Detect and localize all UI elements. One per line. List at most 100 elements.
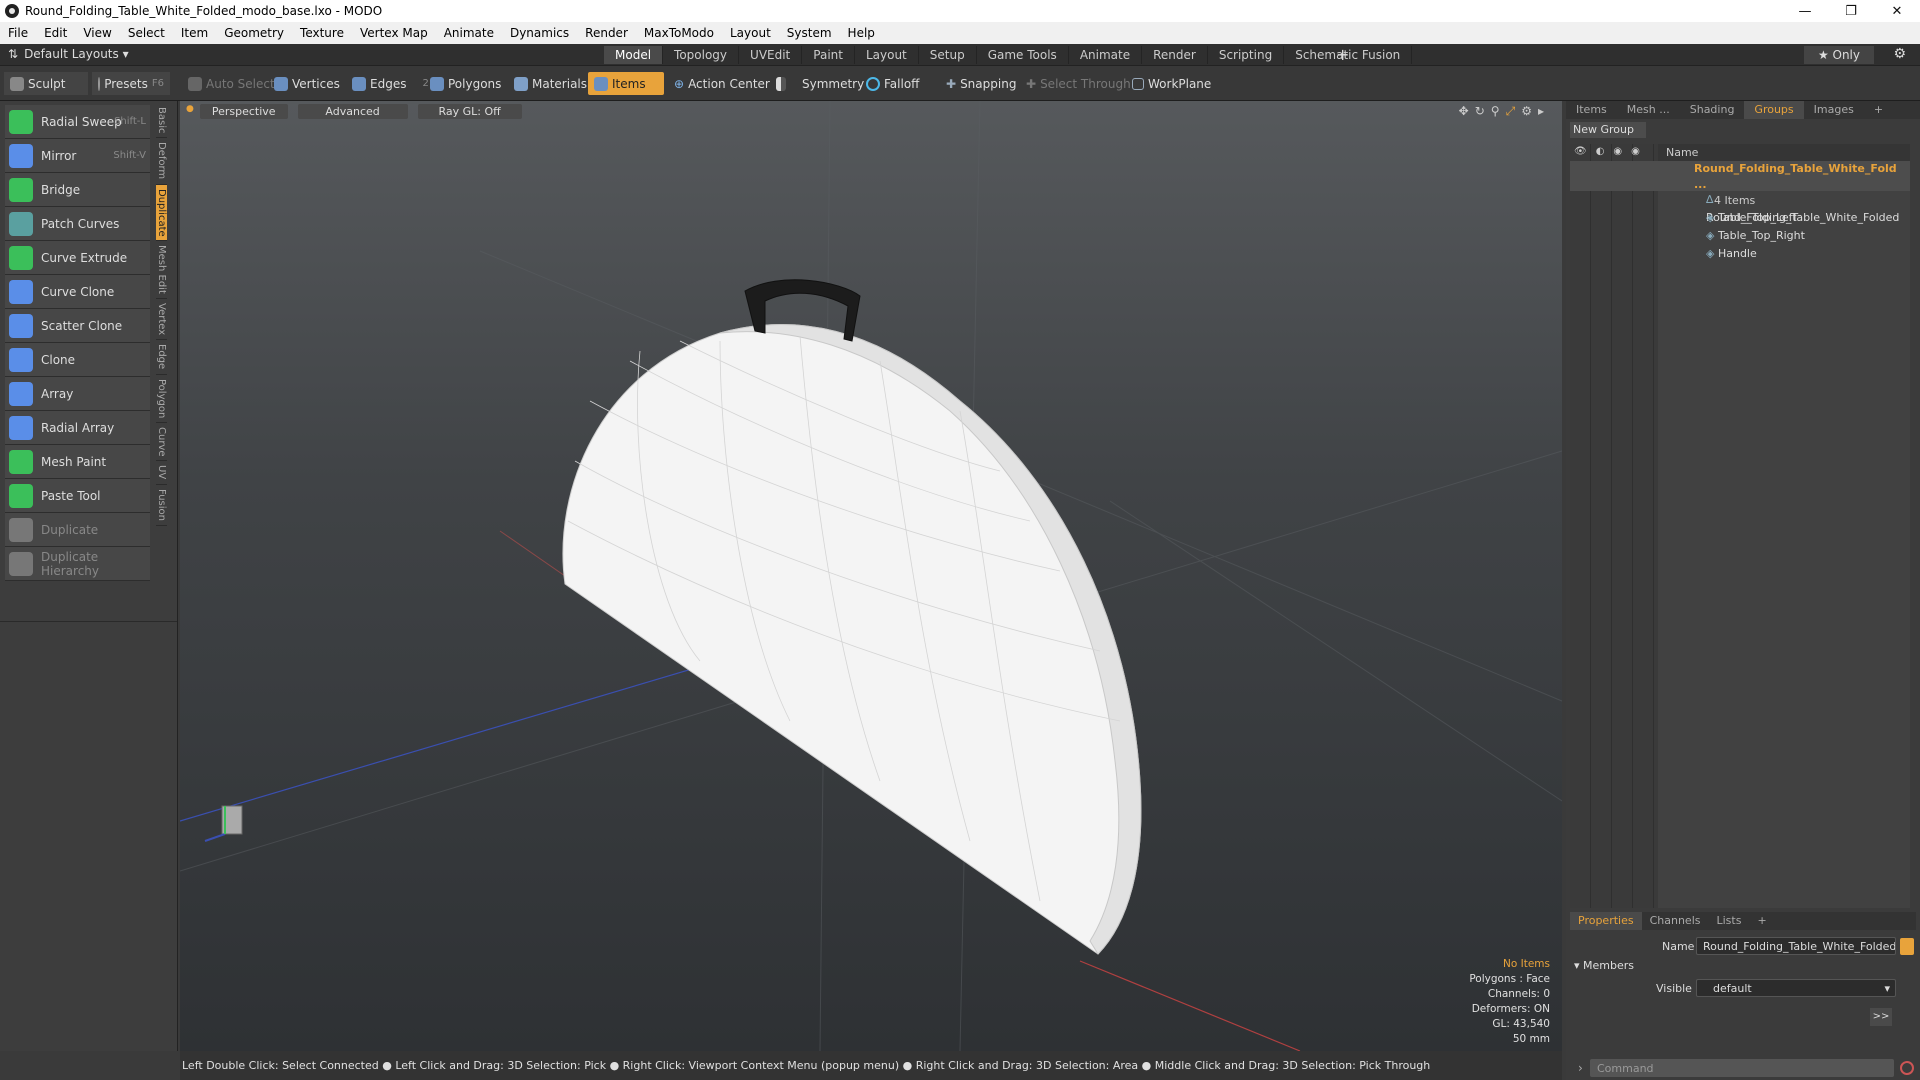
restore-icon[interactable]: ❐ [1828, 0, 1874, 22]
menu-maxtomodo[interactable]: MaxToModo [636, 26, 722, 40]
menu-texture[interactable]: Texture [292, 26, 352, 40]
tab-game-tools[interactable]: Game Tools [977, 46, 1069, 64]
viewport-menu-icon[interactable]: ● [186, 104, 194, 118]
rotate-view-icon[interactable]: ↻ [1475, 104, 1485, 119]
members-section[interactable]: ▾ Members [1574, 959, 1634, 972]
tool-radial-array[interactable]: Radial Array [5, 411, 150, 445]
group-child-row[interactable]: ◈ Table_Top_Right [1570, 227, 1910, 245]
vtab-curve[interactable]: Curve [156, 423, 167, 462]
menu-geometry[interactable]: Geometry [216, 26, 292, 40]
rtab-mesh[interactable]: Mesh ... [1617, 101, 1680, 119]
menu-select[interactable]: Select [120, 26, 173, 40]
tool-paste-tool[interactable]: Paste Tool [5, 479, 150, 513]
tool-patch-curves[interactable]: Patch Curves [5, 207, 150, 241]
visible-dropdown[interactable]: default ▾ [1696, 979, 1896, 997]
rtab-shading[interactable]: Shading [1680, 101, 1745, 119]
zoom-view-icon[interactable]: ⚲ [1491, 104, 1500, 119]
tool-mesh-paint[interactable]: Mesh Paint [5, 445, 150, 479]
ptab-add[interactable]: + [1749, 912, 1774, 930]
snapping-button[interactable]: ✚ Snapping [940, 72, 1022, 95]
command-input[interactable]: Command [1590, 1059, 1894, 1077]
tab-layout[interactable]: Layout [855, 46, 919, 64]
vtab-duplicate[interactable]: Duplicate [156, 184, 167, 242]
presets-button[interactable]: Presets F6 [92, 72, 170, 95]
new-group-button[interactable]: New Group [1570, 122, 1646, 138]
rtab-add[interactable]: + [1864, 101, 1893, 119]
tab-render[interactable]: Render [1142, 46, 1208, 64]
falloff-button[interactable]: Falloff [860, 72, 925, 95]
tool-clone[interactable]: Clone [5, 343, 150, 377]
menu-layout[interactable]: Layout [722, 26, 779, 40]
tool-array[interactable]: Array [5, 377, 150, 411]
close-icon[interactable]: ✕ [1874, 0, 1920, 22]
tool-curve-extrude[interactable]: Curve Extrude [5, 241, 150, 275]
menu-file[interactable]: File [0, 26, 36, 40]
select-through-button[interactable]: ✚ Select Through [1020, 72, 1137, 95]
rtab-images[interactable]: Images [1804, 101, 1864, 119]
tab-paint[interactable]: Paint [802, 46, 855, 64]
group-child-row[interactable]: ◈ Handle [1570, 245, 1910, 263]
tool-mirror[interactable]: Mirror Shift-V [5, 139, 150, 173]
menu-animate[interactable]: Animate [436, 26, 502, 40]
tab-animate[interactable]: Animate [1069, 46, 1143, 64]
menu-help[interactable]: Help [840, 26, 883, 40]
menu-vertex-map[interactable]: Vertex Map [352, 26, 436, 40]
materials-button[interactable]: Materials [508, 72, 593, 95]
tool-radial-sweep[interactable]: Radial Sweep Shift-L [5, 105, 150, 139]
tool-duplicate-hierarchy[interactable]: Duplicate Hierarchy [5, 547, 150, 581]
fit-view-icon[interactable]: ⤢ [1506, 104, 1516, 119]
3d-viewport[interactable]: ● Perspective Advanced Ray GL: Off ✥ ↻ ⚲… [180, 101, 1562, 1051]
name-field[interactable]: Round_Folding_Table_White_Folded (2) [1696, 937, 1896, 955]
view-settings-icon[interactable]: ⚙ [1521, 104, 1532, 119]
menu-edit[interactable]: Edit [36, 26, 75, 40]
tool-duplicate[interactable]: Duplicate [5, 513, 150, 547]
ptab-lists[interactable]: Lists [1709, 912, 1750, 930]
expand-arrow-icon[interactable]: ▸ [1538, 104, 1544, 119]
rtab-groups[interactable]: Groups [1744, 101, 1804, 119]
vtab-mesh-edit[interactable]: Mesh Edit [156, 241, 167, 300]
auto-select-button[interactable]: Auto Select [182, 72, 281, 95]
vtab-deform[interactable]: Deform [156, 138, 167, 185]
forward-button[interactable]: >> [1870, 1008, 1892, 1026]
move-view-icon[interactable]: ✥ [1459, 104, 1469, 119]
symmetry-button[interactable]: Symmetry [770, 72, 870, 95]
vtab-fusion[interactable]: Fusion [156, 485, 167, 526]
group-child-row[interactable]: ◈ Table_Top_Left [1570, 209, 1910, 227]
polygons-button[interactable]: Polygons [424, 72, 507, 95]
ptab-channels[interactable]: Channels [1642, 912, 1709, 930]
tool-scatter-clone[interactable]: Scatter Clone [5, 309, 150, 343]
advanced-button[interactable]: Advanced [297, 104, 408, 119]
vtab-edge[interactable]: Edge [156, 340, 167, 375]
tab-setup[interactable]: Setup [919, 46, 977, 64]
tab-scripting[interactable]: Scripting [1208, 46, 1285, 64]
sculpt-button[interactable]: Sculpt [4, 72, 88, 95]
rtab-items[interactable]: Items [1566, 101, 1617, 119]
minimize-icon[interactable]: — [1782, 0, 1828, 22]
menu-system[interactable]: System [779, 26, 840, 40]
gear-icon[interactable]: ⚙ [1893, 46, 1906, 62]
name-options-icon[interactable] [1900, 938, 1914, 955]
items-button[interactable]: Items [588, 72, 664, 95]
raygl-button[interactable]: Ray GL: Off [417, 104, 522, 119]
tab-model[interactable]: Model [604, 46, 664, 64]
vtab-uv[interactable]: UV [156, 461, 167, 485]
menu-dynamics[interactable]: Dynamics [502, 26, 577, 40]
vtab-basic[interactable]: Basic [156, 103, 167, 139]
vtab-polygon[interactable]: Polygon [156, 375, 167, 423]
menu-render[interactable]: Render [577, 26, 636, 40]
record-icon[interactable] [1900, 1061, 1914, 1075]
ptab-properties[interactable]: Properties [1570, 912, 1642, 930]
layouts-dropdown[interactable]: ⇅ Default Layouts ▾ [8, 47, 129, 61]
add-tab-icon[interactable]: + [1336, 45, 1349, 64]
group-child-row[interactable]: ∆ Round_Folding_Table_White_Folded [1570, 191, 1910, 224]
tab-uvedit[interactable]: UVEdit [739, 46, 803, 64]
menu-item[interactable]: Item [173, 26, 216, 40]
action-center-button[interactable]: ⊕ Action Center [668, 72, 776, 95]
edges-button[interactable]: Edges 2 [346, 72, 435, 95]
workplane-button[interactable]: WorkPlane [1126, 72, 1217, 95]
menu-view[interactable]: View [75, 26, 119, 40]
only-toggle[interactable]: ★ Only [1803, 46, 1874, 64]
vtab-vertex[interactable]: Vertex [156, 299, 167, 341]
tab-topology[interactable]: Topology [663, 46, 740, 64]
group-row[interactable]: Round_Folding_Table_White_Fold ... 4 Ite… [1570, 161, 1910, 207]
